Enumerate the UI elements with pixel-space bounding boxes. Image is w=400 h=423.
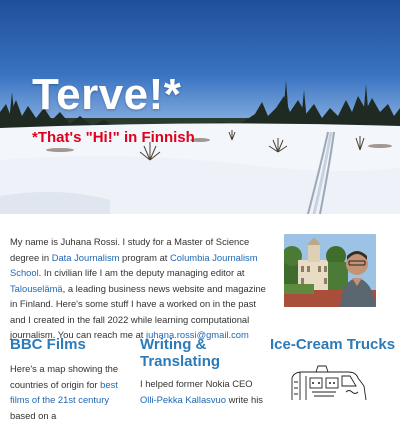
profile-photo bbox=[284, 234, 376, 307]
hero-banner: Terve!* *That's "Hi!" in Finnish bbox=[0, 0, 400, 214]
page-title: Terve!* bbox=[32, 70, 182, 119]
writing-text: I helped former Nokia CEO Olli-Pekka Kal… bbox=[140, 376, 264, 407]
writing-desc: write his bbox=[225, 393, 263, 405]
bbc-films-heading: BBC Films bbox=[10, 336, 86, 353]
bbc-films-desc: based on a bbox=[10, 409, 57, 421]
bbc-films-text: Here's a map showing the countries of or… bbox=[10, 361, 132, 423]
data-journalism-link[interactable]: Data Journalism bbox=[52, 252, 120, 263]
page-subtitle: *That's "Hi!" in Finnish bbox=[32, 129, 195, 146]
writing-translating-heading: Writing & Translating bbox=[140, 336, 221, 370]
talouselama-link[interactable]: Talouselämä bbox=[10, 283, 63, 294]
olli-pekka-kallasvuo-link[interactable]: Olli-Pekka Kallasvuo bbox=[140, 394, 226, 405]
ice-cream-truck-illustration bbox=[291, 365, 367, 400]
writing-desc: I helped former Nokia CEO bbox=[140, 378, 253, 389]
ice-cream-trucks-heading: Ice-Cream Trucks bbox=[270, 336, 396, 353]
intro-text: program at bbox=[119, 251, 170, 263]
intro-text: . In civilian life I am the deputy manag… bbox=[38, 267, 245, 278]
intro-paragraph: My name is Juhana Rossi. I study for a M… bbox=[10, 234, 272, 343]
